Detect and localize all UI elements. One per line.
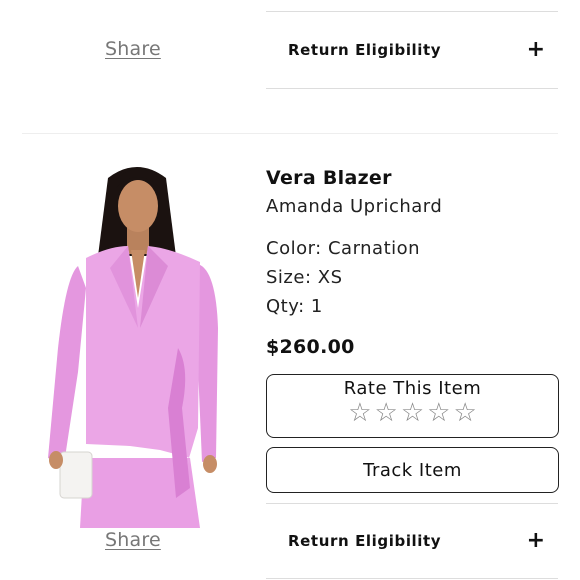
plus-icon: + — [526, 528, 545, 553]
return-eligibility-label: Return Eligibility — [288, 532, 442, 550]
star-icon-4[interactable]: ☆ — [427, 400, 450, 426]
share-link[interactable]: Share — [105, 38, 161, 60]
rate-item-box: Rate This Item ☆ ☆ ☆ ☆ ☆ — [266, 374, 559, 438]
return-eligibility-label: Return Eligibility — [288, 41, 442, 59]
product-qty: Qty: 1 — [266, 296, 323, 317]
product-title[interactable]: Vera Blazer — [266, 167, 392, 189]
share-link[interactable]: Share — [105, 529, 161, 551]
return-eligibility-toggle[interactable]: Return Eligibility + — [288, 529, 558, 553]
star-icon-3[interactable]: ☆ — [401, 400, 424, 426]
divider — [266, 88, 558, 89]
rate-item-label: Rate This Item — [343, 378, 482, 399]
return-eligibility-toggle[interactable]: Return Eligibility + — [288, 38, 558, 62]
track-item-button[interactable]: Track Item — [266, 447, 559, 493]
product-brand: Amanda Uprichard — [266, 196, 443, 217]
star-rating[interactable]: ☆ ☆ ☆ ☆ ☆ — [267, 400, 558, 426]
star-icon-5[interactable]: ☆ — [453, 400, 476, 426]
product-size: Size: XS — [266, 267, 343, 288]
divider — [266, 503, 558, 504]
product-price: $260.00 — [266, 336, 355, 358]
star-icon-2[interactable]: ☆ — [375, 400, 398, 426]
product-image[interactable] — [40, 158, 235, 528]
product-color: Color: Carnation — [266, 238, 421, 259]
plus-icon: + — [526, 37, 545, 62]
star-icon-1[interactable]: ☆ — [348, 400, 371, 426]
divider — [266, 578, 558, 579]
divider — [266, 11, 558, 12]
item-separator — [22, 133, 558, 134]
